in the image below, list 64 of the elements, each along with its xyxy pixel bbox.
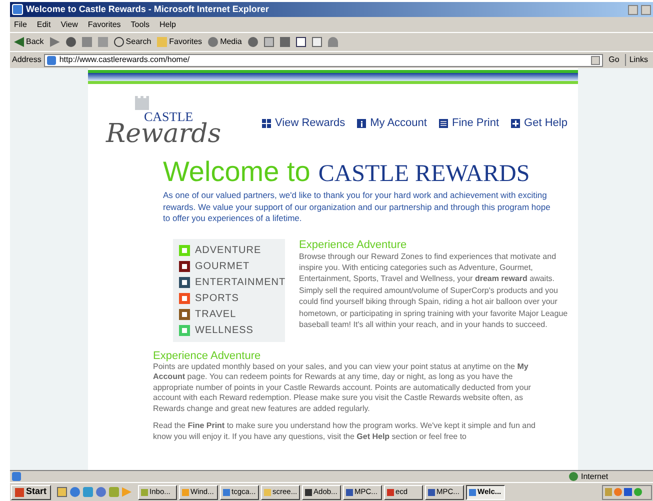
edit-button[interactable] [296, 37, 306, 47]
links-button[interactable]: Links [625, 54, 651, 66]
window-title: Welcome to Castle Rewards - Microsoft Internet Explorer [26, 2, 269, 16]
security-zone: Internet [581, 470, 610, 482]
menu-item[interactable]: Help [159, 18, 176, 30]
go-button[interactable]: Go [606, 54, 622, 66]
category-link[interactable]: SPORTS [179, 292, 285, 304]
address-field[interactable]: http://www.castlerewards.com/home/ [44, 54, 603, 66]
list-icon [438, 118, 448, 128]
globe-icon [569, 472, 578, 481]
plus-icon [511, 118, 520, 128]
section-heading: Experience Adventure [299, 238, 408, 250]
grid-icon [262, 118, 271, 128]
favorites-button[interactable]: Favorites [157, 36, 202, 48]
desktop-icon[interactable] [56, 487, 67, 497]
category-link[interactable]: ADVENTURE [179, 244, 285, 256]
page-icon [47, 56, 56, 64]
back-button[interactable]: Back [14, 36, 44, 48]
menu-item[interactable]: Edit [36, 18, 51, 30]
menu-item[interactable]: Tools [130, 18, 150, 30]
category-link[interactable]: WELLNESS [179, 324, 285, 336]
section-heading: Experience Adventure [153, 350, 262, 362]
history-button[interactable] [248, 37, 258, 47]
body-paragraph: Points are updated monthly based on your sales, and you can view your point status at anytime on the My Account page. You can redeem points for Rewards at any time, day or night, as long as you have the appropriate number of points in your Castle Rewards account. Points are automatically deducted from your account with each Reward redemption. Please make sure you visit the Castle Rewards website often, as Rewards change and great new features are added regularly. [153, 362, 532, 414]
nav-link[interactable]: View Rewards [262, 114, 346, 132]
nav-link[interactable]: Fine Print [438, 114, 500, 132]
start-button[interactable]: Start [11, 484, 51, 500]
discuss-button[interactable] [312, 37, 322, 47]
category-link[interactable]: ENTERTAINMENT [179, 276, 285, 288]
browser-icon[interactable] [70, 487, 80, 497]
play-icon[interactable] [122, 487, 132, 497]
stop-button[interactable] [66, 37, 76, 47]
nav-link[interactable]: Get Help [511, 114, 568, 132]
category-link[interactable]: TRAVEL [179, 308, 285, 320]
app-icon[interactable] [96, 487, 106, 497]
menu-item[interactable]: Favorites [88, 18, 121, 30]
mail-button[interactable] [264, 37, 274, 47]
search-button[interactable]: Search [114, 36, 152, 48]
brand-heading: CASTLE REWARDS [318, 162, 530, 186]
home-button[interactable] [98, 37, 108, 47]
media-button[interactable]: Media [208, 36, 242, 48]
messenger-button[interactable] [328, 37, 338, 47]
category-link[interactable]: GOURMET [179, 260, 285, 272]
dropdown-icon[interactable] [590, 56, 600, 64]
app-icon[interactable] [82, 487, 93, 497]
refresh-button[interactable] [82, 37, 92, 47]
maximize-button[interactable] [641, 4, 651, 14]
castle-rewards-logo: CASTLE Rewards [102, 96, 222, 152]
browser-icon [12, 4, 23, 15]
welcome-heading: Welcome to [163, 158, 310, 186]
minimize-button[interactable] [628, 4, 638, 14]
intro-paragraph: As one of our valued partners, we'd like to thank you for your hard work and achievement with exciting rewards. We value your support of our organization and our partnership and through this program hope to offer you experiences of a lifetime. [163, 190, 552, 224]
address-label: Address [12, 54, 42, 66]
nav-link[interactable]: My Account [357, 114, 427, 132]
menu-item[interactable]: View [60, 18, 78, 30]
info-icon [357, 118, 366, 128]
forward-button[interactable] [50, 37, 60, 47]
body-paragraph: Read the Fine Print to make sure you understand how the program works. We've kept it simple and fun and know you will enjoy it. If you have any questions, visit the Get Help section or feel free to [153, 421, 536, 442]
page-icon [12, 472, 21, 481]
feature-paragraph: Browse through our Reward Zones to find experiences that motivate and inspire you. With enticing categories such as Adventure, Gourmet, Entertainment, Sports, Travel and Wellness, your dream reward awaits. Simply sell the required amount/volume of SuperCorp's products and you could find yourself biking through Spain, riding a hot air balloon over your hometown, or participating in spring training with your favorite Major League baseball team! It's all within your reach, and in your hands to succeed. [299, 250, 569, 330]
print-button[interactable] [280, 37, 290, 47]
menu-item[interactable]: File [14, 18, 27, 30]
tower-icon [132, 96, 152, 110]
app-icon[interactable] [108, 487, 119, 497]
